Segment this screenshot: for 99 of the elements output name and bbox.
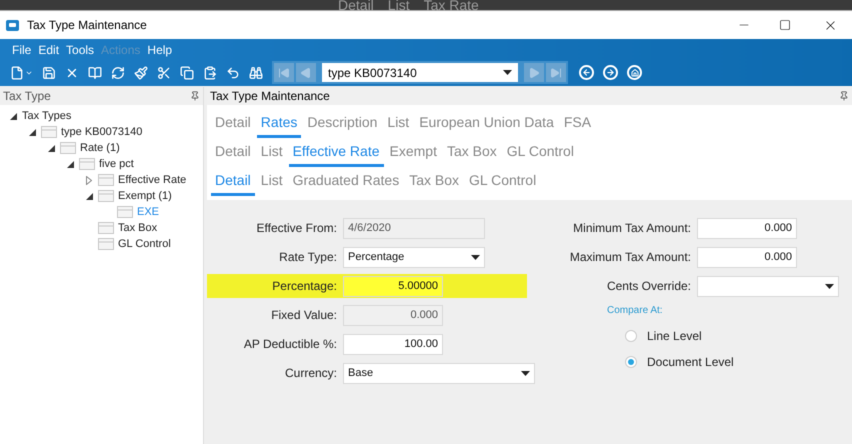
document-icon[interactable] [10, 66, 24, 80]
copy-icon[interactable] [180, 66, 194, 80]
tab[interactable]: GL Control [465, 170, 540, 196]
tab[interactable]: Detail [211, 141, 255, 167]
radio-label: Line Level [647, 328, 702, 345]
window-title: Tax Type Maintenance [27, 17, 147, 34]
tab[interactable]: List [383, 112, 414, 138]
folder-icon [79, 158, 95, 170]
expanded-arrow-icon[interactable] [10, 112, 16, 120]
book-icon[interactable] [88, 66, 102, 80]
pin-icon[interactable] [190, 91, 200, 101]
tree-item[interactable]: Effective Rate [118, 172, 186, 188]
radio-button[interactable] [625, 356, 637, 368]
field-label: Minimum Tax Amount: [573, 221, 691, 235]
tree-item[interactable]: Exempt (1) [118, 188, 172, 204]
field-label: AP Deductible %: [244, 337, 337, 351]
tab[interactable]: Tax Box [442, 141, 501, 167]
folder-icon [98, 190, 114, 202]
tree-item[interactable]: Tax Box [118, 220, 158, 236]
collapsed-arrow-icon[interactable] [86, 176, 92, 184]
field-label: Effective From: [256, 221, 337, 235]
record-dropdown[interactable]: type KB0073140 [322, 63, 518, 82]
radio-button[interactable] [625, 330, 637, 342]
input-field[interactable]: 4/6/2020 [343, 218, 485, 238]
dropdown-field[interactable]: Percentage [343, 246, 485, 268]
folder-icon [98, 222, 114, 234]
menu-item[interactable]: Tools [66, 41, 94, 59]
dropdown-arrow-icon[interactable] [471, 254, 480, 260]
tab[interactable]: List [256, 170, 287, 196]
radio-label: Document Level [647, 354, 734, 371]
tree-item[interactable]: five pct [99, 156, 134, 172]
tree-item[interactable]: EXE [137, 204, 160, 220]
menu-item[interactable]: Edit [38, 41, 60, 59]
refresh-icon[interactable] [111, 66, 125, 80]
tab[interactable]: Detail [211, 112, 255, 138]
panel-title: Tax Type Maintenance [210, 88, 331, 105]
input-field[interactable]: 0.000 [343, 304, 443, 326]
next-icon [528, 66, 540, 78]
folder-icon [41, 126, 57, 138]
field-label: Rate Type: [279, 250, 337, 264]
panel-title: Tax Type [3, 88, 52, 105]
undo-icon[interactable] [226, 66, 240, 80]
maximize-icon[interactable] [779, 19, 791, 31]
tab[interactable]: FSA [560, 112, 596, 138]
home-icon[interactable] [627, 65, 642, 80]
dropdown-arrow-icon[interactable] [521, 370, 530, 376]
field-label: Currency: [284, 366, 337, 380]
brush-icon[interactable] [134, 66, 148, 80]
dropdown-field[interactable]: Base [343, 362, 535, 384]
tab[interactable]: Exempt [386, 141, 441, 167]
tab[interactable]: List [256, 141, 287, 167]
first-icon [278, 66, 290, 78]
back-icon[interactable] [579, 65, 594, 80]
tree-item[interactable]: Rate (1) [80, 140, 120, 156]
expanded-arrow-icon[interactable] [86, 192, 92, 200]
folder-icon [60, 142, 76, 154]
tab[interactable]: Rates [256, 112, 302, 138]
pin-icon[interactable] [839, 91, 849, 101]
tab[interactable]: Effective Rate [288, 141, 384, 167]
forward-icon[interactable] [603, 65, 618, 80]
menu-item[interactable]: Help [147, 41, 172, 59]
tab[interactable]: European Union Data [415, 112, 558, 138]
folder-icon [98, 174, 114, 186]
field-label: Maximum Tax Amount: [570, 250, 691, 264]
binoculars-icon[interactable] [249, 66, 263, 80]
folder-icon [98, 238, 114, 250]
input-field[interactable]: 0.000 [697, 218, 797, 238]
tree-item[interactable]: Tax Types [22, 108, 72, 124]
group-label: Compare At: [606, 304, 664, 318]
field-label: Percentage: [272, 279, 337, 293]
tab[interactable]: Tax Box [405, 170, 464, 196]
background-tab-label: List [388, 0, 410, 10]
field-label: Cents Override: [606, 279, 691, 293]
input-field[interactable]: 100.00 [343, 334, 443, 354]
tree-item[interactable]: type KB0073140 [61, 124, 142, 140]
paste-icon[interactable] [203, 66, 217, 80]
dropdown-field[interactable] [697, 276, 839, 296]
expanded-arrow-icon[interactable] [48, 144, 54, 152]
input-field[interactable]: 0.000 [697, 246, 797, 268]
expanded-arrow-icon[interactable] [28, 128, 36, 136]
background-tab-label: Tax Rate [424, 0, 479, 10]
background-tab-label: Detail [338, 0, 374, 10]
tab[interactable]: Description [303, 112, 382, 138]
menu-item[interactable]: File [12, 41, 32, 59]
app-icon [6, 20, 19, 30]
folder-icon [117, 206, 133, 218]
field-label: Fixed Value: [271, 308, 337, 322]
dropdown-arrow-icon[interactable] [503, 70, 512, 75]
previous-icon [300, 66, 312, 78]
dropdown-arrow-icon[interactable] [825, 284, 834, 288]
last-icon [550, 66, 562, 78]
save-icon[interactable] [42, 66, 56, 80]
cut-icon[interactable] [157, 66, 171, 80]
tab[interactable]: Detail [211, 170, 255, 196]
tab[interactable]: Graduated Rates [288, 170, 404, 196]
tab[interactable]: GL Control [502, 141, 578, 167]
tree-item[interactable]: GL Control [118, 236, 171, 252]
expanded-arrow-icon[interactable] [66, 160, 74, 168]
input-field[interactable]: 5.00000 [343, 276, 443, 296]
